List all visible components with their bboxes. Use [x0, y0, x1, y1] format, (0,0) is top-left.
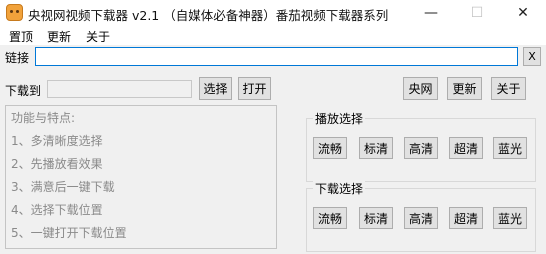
- download-select-title: 下载选择: [313, 180, 366, 197]
- play-select-group: 播放选择 流畅 标清 高清 超清 蓝光: [306, 110, 536, 182]
- feature-item: 1、多清晰度选择: [11, 134, 103, 148]
- maximize-button[interactable]: ☐: [454, 0, 500, 27]
- close-button[interactable]: ✕: [500, 0, 546, 27]
- feature-item: 2、先播放看效果: [11, 157, 103, 171]
- cctv-site-button[interactable]: 央网: [403, 77, 438, 100]
- menu-pin-on-top[interactable]: 置顶: [9, 28, 33, 45]
- save-to-label: 下载到: [5, 84, 42, 98]
- download-hd-button[interactable]: 高清: [404, 207, 438, 229]
- app-logo-icon: [6, 4, 23, 21]
- play-smooth-button[interactable]: 流畅: [313, 137, 347, 159]
- window-title: 央视网视频下载器 v2.1 （自媒体必备神器）番茄视频下载器系列: [28, 8, 389, 23]
- url-input[interactable]: [35, 47, 518, 66]
- menu-bar: 置顶 更新 关于: [0, 27, 546, 45]
- play-hd-button[interactable]: 高清: [404, 137, 438, 159]
- title-bar: 央视网视频下载器 v2.1 （自媒体必备神器）番茄视频下载器系列 — ☐ ✕: [0, 0, 546, 27]
- play-sd-button[interactable]: 标清: [359, 137, 393, 159]
- download-bluray-button[interactable]: 蓝光: [493, 207, 527, 229]
- play-bluray-button[interactable]: 蓝光: [493, 137, 527, 159]
- download-smooth-button[interactable]: 流畅: [313, 207, 347, 229]
- play-select-title: 播放选择: [313, 110, 366, 127]
- update-button[interactable]: 更新: [447, 77, 482, 100]
- url-label: 链接: [5, 51, 30, 65]
- download-sd-button[interactable]: 标清: [359, 207, 393, 229]
- choose-folder-button[interactable]: 选择: [199, 77, 232, 100]
- feature-item: 5、一键打开下载位置: [11, 226, 127, 240]
- menu-update[interactable]: 更新: [47, 28, 71, 45]
- feature-item: 4、选择下载位置: [11, 203, 103, 217]
- open-folder-button[interactable]: 打开: [238, 77, 271, 100]
- download-path-field[interactable]: [47, 80, 192, 98]
- feature-item: 3、满意后一键下载: [11, 180, 115, 194]
- menu-about[interactable]: 关于: [86, 28, 110, 45]
- play-uhd-button[interactable]: 超清: [449, 137, 483, 159]
- main-panel: 链接 X 下载到 选择 打开 央网 更新 关于 功能与特点: 1、多清晰度选择 …: [0, 45, 546, 254]
- minimize-button[interactable]: —: [408, 0, 454, 27]
- download-uhd-button[interactable]: 超清: [449, 207, 483, 229]
- features-heading: 功能与特点:: [11, 111, 76, 125]
- about-button[interactable]: 关于: [491, 77, 526, 100]
- features-textbox[interactable]: 功能与特点: 1、多清晰度选择 2、先播放看效果 3、满意后一键下载 4、选择下…: [5, 105, 277, 249]
- download-select-group: 下载选择 流畅 标清 高清 超清 蓝光: [306, 180, 536, 252]
- clear-url-button[interactable]: X: [523, 47, 541, 66]
